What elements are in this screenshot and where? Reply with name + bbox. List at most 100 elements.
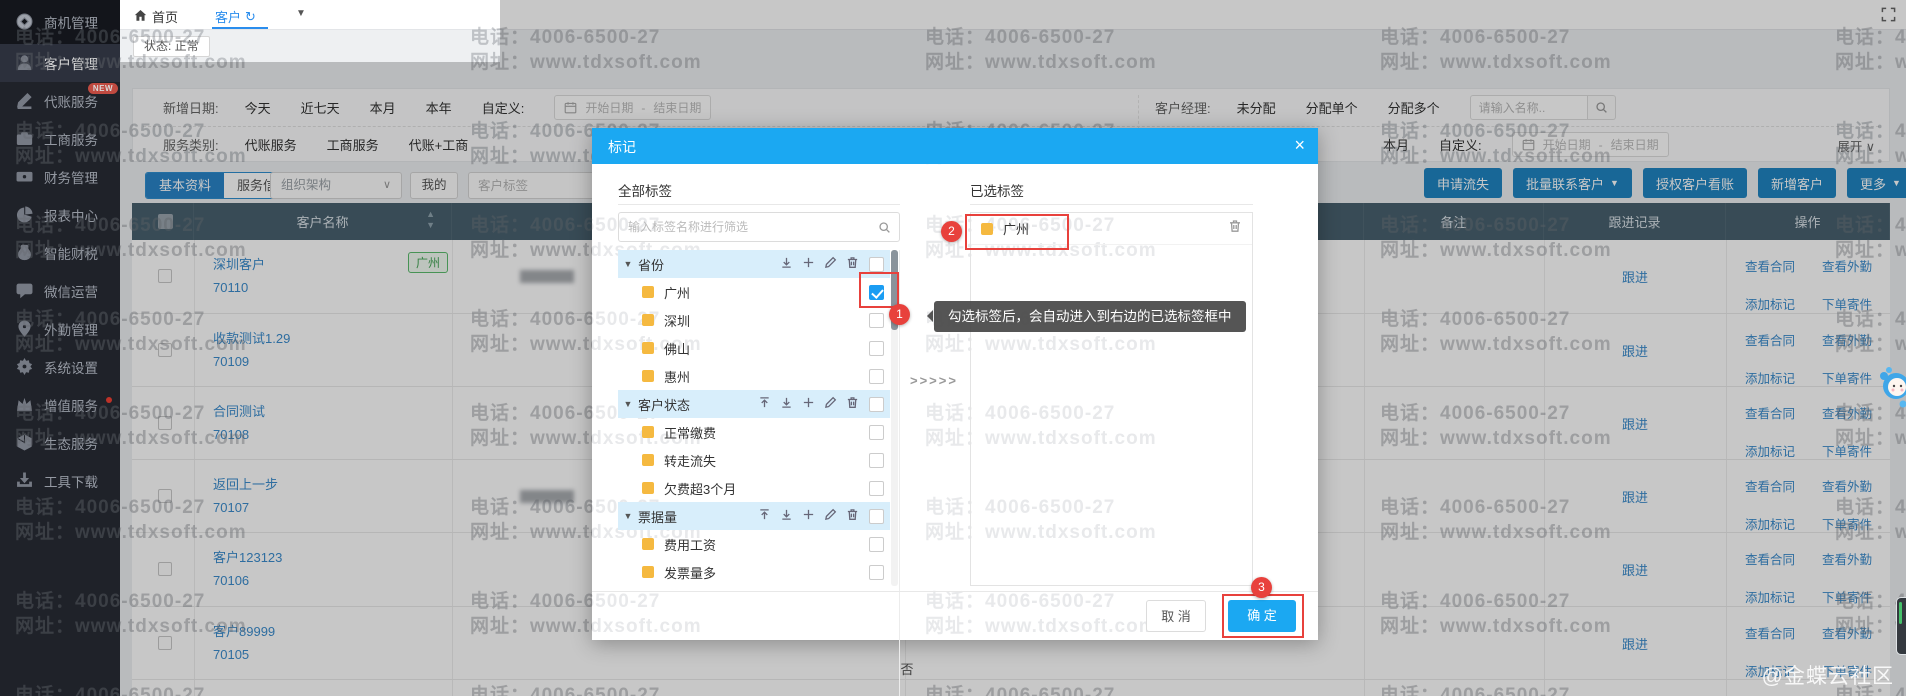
tab-customer[interactable]: 客户 ↻ bbox=[215, 7, 256, 26]
plus-icon[interactable] bbox=[802, 256, 815, 272]
move-bottom-icon[interactable] bbox=[780, 396, 793, 412]
tag-color-swatch bbox=[642, 342, 654, 354]
selected-tags-box: 广州 bbox=[970, 212, 1253, 586]
group-checkbox[interactable] bbox=[869, 257, 884, 272]
overlay-top bbox=[500, 0, 1906, 62]
tag-color-swatch bbox=[642, 286, 654, 298]
nav-home-label: 首页 bbox=[152, 7, 178, 26]
overlay-sidebar bbox=[0, 0, 120, 696]
modal-header: 标记 × bbox=[592, 128, 1318, 164]
tag-checkbox[interactable] bbox=[869, 313, 884, 328]
tag-group-row[interactable]: ▼票据量 bbox=[618, 502, 890, 530]
tag-item-label: 惠州 bbox=[664, 367, 869, 386]
tag-color-swatch bbox=[642, 566, 654, 578]
annotation-step1-badge: 1 bbox=[889, 304, 910, 325]
move-top-icon[interactable] bbox=[758, 396, 771, 412]
right-panel-divider bbox=[970, 204, 1253, 205]
tag-item-row[interactable]: 佛山 bbox=[618, 334, 890, 362]
tag-color-swatch bbox=[642, 370, 654, 382]
tag-tree: ▼省份广州深圳佛山惠州▼客户状态正常缴费转走流失欠费超3个月▼票据量费用工资发票… bbox=[618, 250, 890, 586]
transfer-arrows: >>>>> bbox=[910, 373, 958, 388]
tag-item-label: 正常缴费 bbox=[664, 423, 869, 442]
tag-item-row[interactable]: 正常缴费 bbox=[618, 418, 890, 446]
tag-item-row[interactable]: 欠费超3个月 bbox=[618, 474, 890, 502]
tag-item-row[interactable]: 发票量多 bbox=[618, 558, 890, 586]
delete-icon[interactable] bbox=[846, 256, 859, 272]
tag-item-row[interactable]: 深圳 bbox=[618, 306, 890, 334]
all-tags-title: 全部标签 bbox=[618, 180, 672, 200]
tag-group-row[interactable]: ▼客户状态 bbox=[618, 390, 890, 418]
assistant-mascot[interactable] bbox=[1876, 364, 1906, 417]
nav-home[interactable]: 首页 bbox=[134, 7, 178, 26]
annotation-box-step3 bbox=[1222, 594, 1304, 638]
move-bottom-icon[interactable] bbox=[780, 508, 793, 524]
app-root: 商机管理客户管理代账服务NEW工商服务财务管理报表中心智能财税微信运营外勤管理系… bbox=[0, 0, 1906, 696]
tag-modal: 电话：4006-6500-27网址：www.tdxsoft.com电话：4006… bbox=[592, 128, 1318, 640]
tag-color-swatch bbox=[642, 482, 654, 494]
tab-customer-label: 客户 bbox=[215, 7, 241, 26]
delete-icon[interactable] bbox=[846, 396, 859, 412]
home-icon bbox=[134, 9, 147, 25]
move-top-icon[interactable] bbox=[758, 508, 771, 524]
annotation-step2-badge: 2 bbox=[941, 221, 962, 242]
edit-icon[interactable] bbox=[824, 508, 837, 524]
caret-down-icon[interactable]: ▼ bbox=[618, 511, 638, 521]
tag-checkbox[interactable] bbox=[869, 481, 884, 496]
modal-title: 标记 bbox=[608, 137, 636, 157]
tag-item-row[interactable]: 费用工资 bbox=[618, 530, 890, 558]
left-panel-divider bbox=[618, 204, 900, 205]
tag-search-input[interactable] bbox=[628, 213, 873, 241]
status-filter-tag[interactable]: 状态: 正常 bbox=[133, 36, 210, 57]
tag-item-label: 佛山 bbox=[664, 339, 869, 358]
cancel-button[interactable]: 取 消 bbox=[1146, 600, 1206, 632]
tag-color-swatch bbox=[642, 454, 654, 466]
tag-item-label: 发票量多 bbox=[664, 563, 869, 582]
modal-footer-divider bbox=[592, 591, 1318, 592]
selected-tags-title: 已选标签 bbox=[970, 180, 1024, 200]
tab-active-underline bbox=[212, 27, 268, 29]
group-toolbar bbox=[758, 508, 859, 524]
screen-capture-widget[interactable] bbox=[1896, 597, 1906, 655]
tag-group-label: 票据量 bbox=[638, 507, 758, 526]
group-checkbox[interactable] bbox=[869, 509, 884, 524]
tag-checkbox[interactable] bbox=[869, 425, 884, 440]
group-checkbox[interactable] bbox=[869, 397, 884, 412]
delete-icon[interactable] bbox=[846, 508, 859, 524]
edit-icon[interactable] bbox=[824, 256, 837, 272]
tag-item-label: 费用工资 bbox=[664, 535, 869, 554]
move-bottom-icon[interactable] bbox=[780, 256, 793, 272]
tag-checkbox[interactable] bbox=[869, 565, 884, 580]
tab-dropdown-caret-icon[interactable]: ▼ bbox=[296, 8, 306, 19]
caret-down-icon[interactable]: ▼ bbox=[618, 399, 638, 409]
tag-group-label: 客户状态 bbox=[638, 395, 758, 414]
annotation-box-step2 bbox=[965, 214, 1069, 250]
delete-icon[interactable] bbox=[1228, 219, 1252, 238]
tag-item-label: 转走流失 bbox=[664, 451, 869, 470]
tag-item-label: 深圳 bbox=[664, 311, 869, 330]
plus-icon[interactable] bbox=[802, 508, 815, 524]
tag-item-label: 广州 bbox=[664, 283, 869, 302]
tag-group-label: 省份 bbox=[638, 255, 780, 274]
tag-color-swatch bbox=[642, 538, 654, 550]
tag-item-row[interactable]: 惠州 bbox=[618, 362, 890, 390]
tag-item-label: 欠费超3个月 bbox=[664, 479, 869, 498]
annotation-box-step1 bbox=[859, 272, 899, 308]
tag-item-row[interactable]: 广州 bbox=[618, 278, 890, 306]
search-icon bbox=[878, 221, 891, 234]
tag-checkbox[interactable] bbox=[869, 453, 884, 468]
annotation-step3-badge: 3 bbox=[1251, 577, 1272, 598]
caret-down-icon[interactable]: ▼ bbox=[618, 259, 638, 269]
tag-search-box bbox=[618, 212, 900, 242]
tag-checkbox[interactable] bbox=[869, 369, 884, 384]
edit-icon[interactable] bbox=[824, 396, 837, 412]
annotation-tooltip: 勾选标签后，会自动进入到右边的已选标签框中 bbox=[934, 301, 1246, 332]
refresh-icon[interactable]: ↻ bbox=[245, 9, 256, 25]
plus-icon[interactable] bbox=[802, 396, 815, 412]
tag-checkbox[interactable] bbox=[869, 537, 884, 552]
tag-checkbox[interactable] bbox=[869, 341, 884, 356]
tag-item-row[interactable]: 转走流失 bbox=[618, 446, 890, 474]
group-toolbar bbox=[758, 396, 859, 412]
group-toolbar bbox=[780, 256, 859, 272]
tag-group-row[interactable]: ▼省份 bbox=[618, 250, 890, 278]
close-icon[interactable]: × bbox=[1294, 134, 1305, 156]
